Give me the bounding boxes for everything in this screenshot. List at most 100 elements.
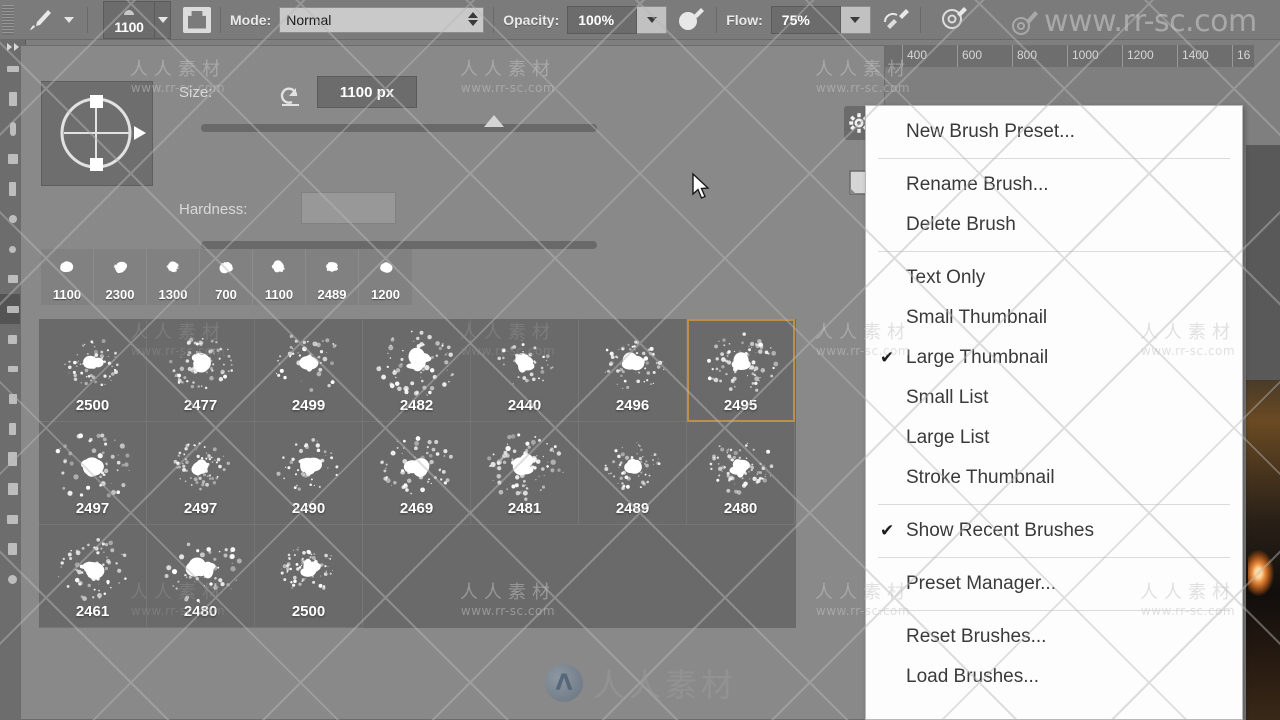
brush-grid-item[interactable]: 2499 xyxy=(255,319,363,422)
brush-size-slider[interactable] xyxy=(201,115,597,132)
recent-brush-label: 700 xyxy=(215,287,237,302)
context-menu-item[interactable]: Preset Manager... xyxy=(866,564,1242,604)
opacity-chevron-down-icon[interactable] xyxy=(637,5,668,34)
brush-grid-item[interactable]: 2480 xyxy=(687,422,795,525)
brush-grid-item[interactable]: 2497 xyxy=(147,422,255,525)
brush-size-chevron-down-icon[interactable] xyxy=(155,0,171,39)
flow-chevron-down-icon[interactable] xyxy=(840,5,871,34)
context-menu-item-label: Delete Brush xyxy=(906,214,1016,235)
brush-hardness-slider[interactable] xyxy=(201,241,597,249)
flow-value: 75% xyxy=(781,11,810,28)
tablet-pressure-size-icon[interactable] xyxy=(183,6,211,33)
context-menu-item-label: Small Thumbnail xyxy=(906,307,1048,328)
flow-field[interactable]: 75% xyxy=(770,5,841,34)
brush-grid-item[interactable]: 2500 xyxy=(255,525,363,628)
airbrush-icon[interactable] xyxy=(677,6,707,34)
ruler-tick: 16 xyxy=(1232,45,1250,67)
brush-preset-chevron-down-icon[interactable] xyxy=(60,6,78,34)
context-menu-item[interactable]: Reset Brushes... xyxy=(866,617,1242,657)
context-menu-item[interactable]: Rename Brush... xyxy=(866,165,1242,205)
recent-brush-item[interactable]: 1300 xyxy=(147,249,200,305)
brush-grid-item[interactable]: 2496 xyxy=(579,319,687,422)
brush-grid-item[interactable]: 2490 xyxy=(255,422,363,525)
brush-hardness-input[interactable] xyxy=(301,192,396,224)
flow-label: Flow: xyxy=(726,11,763,28)
context-menu-item-label: Text Only xyxy=(906,267,986,288)
recent-brush-item[interactable]: 2489 xyxy=(306,249,359,305)
blend-mode-spinner-icon xyxy=(468,11,479,26)
recent-brush-label: 1300 xyxy=(158,287,188,302)
recent-brushes-strip: 1100 2300 1300 700 1100 2489 1200 xyxy=(41,249,412,305)
recent-brush-item[interactable]: 1100 xyxy=(41,249,94,305)
brush-thumbnail xyxy=(147,430,255,502)
brush-thumbnail xyxy=(147,533,255,605)
brush-grid-label: 2480 xyxy=(183,603,218,620)
brush-thumbnail xyxy=(471,327,579,399)
brush-grid-item[interactable]: 2482 xyxy=(363,319,471,422)
brush-grid-item[interactable]: 2480 xyxy=(147,525,255,628)
brush-thumbnail xyxy=(50,254,84,280)
checkmark-icon: ✔ xyxy=(880,348,895,367)
recent-brush-item[interactable]: 700 xyxy=(200,249,253,305)
brush-grid-label: 2490 xyxy=(291,500,326,517)
context-menu-item[interactable]: Text Only xyxy=(866,258,1242,298)
brush-grid-label: 2496 xyxy=(615,397,650,414)
tablet-pressure-opacity-icon[interactable] xyxy=(881,6,911,34)
context-menu-item-label: New Brush Preset... xyxy=(906,121,1075,142)
recent-brush-item[interactable]: 1100 xyxy=(253,249,306,305)
recent-brush-label: 2300 xyxy=(105,287,135,302)
checkmark-icon: ✔ xyxy=(880,521,895,540)
context-menu-item[interactable]: Small Thumbnail xyxy=(866,298,1242,338)
brush-thumbnail xyxy=(687,327,795,399)
recent-brush-item[interactable]: 1200 xyxy=(359,249,412,305)
brush-grid-item[interactable]: 2497 xyxy=(39,422,147,525)
brush-grid-item[interactable]: 2500 xyxy=(39,319,147,422)
hardness-label: Hardness: xyxy=(179,201,248,218)
context-menu-item[interactable]: Stroke Thumbnail xyxy=(866,458,1242,498)
context-menu-item-label: Show Recent Brushes xyxy=(906,520,1094,541)
context-menu-item[interactable]: Load Brushes... xyxy=(866,657,1242,697)
brush-tool-icon[interactable] xyxy=(24,6,58,34)
brush-size-input[interactable]: 1100 px xyxy=(317,76,417,108)
mouse-cursor xyxy=(691,172,711,207)
brush-grid-label: 2495 xyxy=(723,397,758,414)
reset-arrow-icon[interactable] xyxy=(277,82,303,113)
context-menu-item[interactable]: ✔ Show Recent Brushes xyxy=(866,511,1242,551)
brush-grid-item[interactable]: 2469 xyxy=(363,422,471,525)
brush-tip-preview[interactable] xyxy=(41,81,153,186)
recent-brush-item[interactable]: 2300 xyxy=(94,249,147,305)
blend-mode-select[interactable]: Normal xyxy=(279,6,485,33)
divider xyxy=(493,6,495,33)
brush-size-field[interactable]: 1100 xyxy=(103,0,155,39)
options-bar-grip[interactable] xyxy=(2,4,14,35)
opacity-field[interactable]: 100% xyxy=(567,5,638,34)
divider xyxy=(716,6,718,33)
context-menu-item-label: Preset Manager... xyxy=(906,573,1056,594)
context-menu-item[interactable]: Delete Brush xyxy=(866,205,1242,245)
brush-grid: 2500 2477 2499 2482 2440 2496 2495 2497 2497 2490… xyxy=(39,319,796,628)
brush-grid-label: 2482 xyxy=(399,397,434,414)
brush-grid-item[interactable]: 2461 xyxy=(39,525,147,628)
brush-grid-item[interactable]: 2477 xyxy=(147,319,255,422)
brush-grid-item[interactable]: 2489 xyxy=(579,422,687,525)
brush-thumbnail xyxy=(579,327,687,399)
context-menu-item[interactable]: Large List xyxy=(866,418,1242,458)
brush-grid-label: 2440 xyxy=(507,397,542,414)
context-menu-item[interactable]: Small List xyxy=(866,378,1242,418)
brush-grid-label: 2497 xyxy=(183,500,218,517)
horizontal-ruler: 20040060080010001200140016 xyxy=(839,45,1254,67)
blend-mode-value: Normal xyxy=(286,11,332,28)
brush-thumbnail xyxy=(369,254,403,280)
ruler-tick: 1000 xyxy=(1067,45,1099,67)
brush-grid-item[interactable]: 2481 xyxy=(471,422,579,525)
context-menu-item[interactable]: ✔ Large Thumbnail xyxy=(866,338,1242,378)
brush-picker-context-menu: New Brush Preset... Rename Brush... Delete… xyxy=(865,105,1243,720)
brush-size-slider-knob[interactable] xyxy=(484,115,505,127)
brush-thumbnail xyxy=(255,430,363,502)
symmetry-icon[interactable] xyxy=(940,6,970,34)
brush-stroke-preview-icon xyxy=(122,4,136,15)
brush-grid-item[interactable]: 2440 xyxy=(471,319,579,422)
divider xyxy=(919,6,921,33)
context-menu-item[interactable]: New Brush Preset... xyxy=(866,112,1242,152)
brush-grid-item[interactable]: 2495 xyxy=(687,319,795,422)
